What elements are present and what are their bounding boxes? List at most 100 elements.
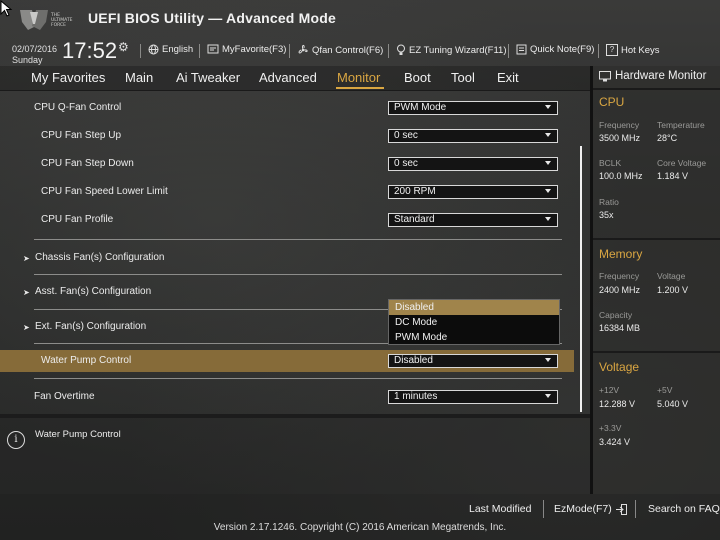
cpu-fan-step-up-select[interactable]: 0 sec (388, 129, 558, 143)
v33-value: 3.424 V (599, 437, 631, 447)
ext-fan-config-link[interactable]: Ext. Fan(s) Configuration (35, 321, 146, 332)
qfan-control-button[interactable]: Qfan Control(F6) (297, 44, 383, 56)
day-text: Sunday (12, 55, 43, 65)
core-voltage-label: Core Voltage (657, 158, 707, 168)
note-icon (516, 44, 527, 55)
water-pump-dropdown-list: Disabled DC Mode PWM Mode (388, 299, 560, 345)
myfavorite-label: MyFavorite(F3) (222, 44, 287, 55)
memory-voltage-value: 1.200 V (657, 285, 689, 295)
water-pump-control-value: Disabled (394, 355, 433, 366)
water-pump-control-select[interactable]: Disabled (388, 354, 558, 368)
header-divider (199, 44, 200, 58)
submenu-arrow-icon: ➤ (23, 323, 30, 332)
cpu-temperature-value: 28°C (657, 133, 678, 143)
header-divider (289, 44, 290, 58)
date-display: 02/07/2016 Sunday (12, 44, 57, 66)
chassis-fan-config-link[interactable]: Chassis Fan(s) Configuration (35, 252, 165, 263)
help-icon: ? (606, 44, 618, 56)
page-title: UEFI BIOS Utility — Advanced Mode (88, 10, 336, 26)
hw-divider (593, 88, 720, 90)
dropdown-option-disabled[interactable]: Disabled (389, 300, 559, 315)
gear-icon[interactable]: ⚙ (118, 40, 129, 54)
footer (0, 494, 720, 540)
tab-exit[interactable]: Exit (497, 70, 519, 85)
ezmode-button[interactable]: EzMode(F7) (554, 503, 627, 515)
hardware-monitor-title: Hardware Monitor (599, 70, 706, 82)
hot-keys-label: Hot Keys (621, 44, 660, 56)
footer-divider (635, 500, 636, 518)
memory-frequency-label: Frequency (599, 271, 640, 281)
hot-keys-button[interactable]: ? Hot Keys (606, 44, 660, 56)
quick-note-label: Quick Note(F9) (530, 44, 595, 55)
language-button[interactable]: English (148, 44, 193, 55)
ratio-value: 35x (599, 210, 614, 220)
date-text: 02/07/2016 (12, 44, 58, 54)
cpu-fan-profile-label: CPU Fan Profile (41, 214, 114, 225)
asst-fan-config-link[interactable]: Asst. Fan(s) Configuration (35, 286, 151, 297)
clock: 17:52 (62, 38, 118, 63)
v12-value: 12.288 V (599, 399, 636, 409)
cpu-fan-step-up-label: CPU Fan Step Up (41, 130, 122, 141)
hw-divider (593, 351, 720, 353)
cpu-temperature-label: Temperature (657, 120, 705, 130)
cpu-fan-step-up-value: 0 sec (394, 130, 418, 141)
memory-capacity-value: 16384 MB (599, 323, 641, 333)
cpu-qfan-control-label: CPU Q-Fan Control (34, 102, 122, 113)
search-faq-button[interactable]: Search on FAQ (648, 503, 720, 515)
tab-monitor[interactable]: Monitor (337, 70, 380, 85)
water-pump-control-label: Water Pump Control (41, 355, 132, 366)
ez-tuning-wizard-button[interactable]: EZ Tuning Wizard(F11) (396, 44, 507, 56)
tab-main[interactable]: Main (125, 70, 153, 85)
cpu-frequency-label: Frequency (599, 120, 640, 130)
chevron-down-icon (545, 133, 551, 137)
chevron-down-icon (545, 217, 551, 221)
v5-label: +5V (657, 385, 673, 395)
tab-advanced[interactable]: Advanced (259, 70, 317, 85)
active-tab-indicator (336, 87, 384, 89)
fan-overtime-select[interactable]: 1 minutes (388, 390, 558, 404)
submenu-arrow-icon: ➤ (23, 254, 30, 263)
chevron-down-icon (545, 394, 551, 398)
cpu-fan-step-down-value: 0 sec (394, 158, 418, 169)
hw-divider (593, 238, 720, 240)
section-divider (34, 274, 562, 275)
bulb-icon (397, 44, 405, 55)
footer-divider (543, 500, 544, 518)
header-divider (140, 44, 141, 58)
cpu-fan-lower-limit-value: 200 RPM (394, 186, 436, 197)
cpu-fan-lower-limit-select[interactable]: 200 RPM (388, 185, 558, 199)
cpu-section-title: CPU (599, 95, 625, 109)
tab-boot[interactable]: Boot (404, 70, 431, 85)
copyright-text: Version 2.17.1246. Copyright (C) 2016 Am… (213, 522, 507, 533)
cpu-frequency-value: 3500 MHz (599, 133, 641, 143)
help-text: Water Pump Control (35, 429, 121, 440)
v33-label: +3.3V (599, 423, 622, 433)
myfavorite-button[interactable]: MyFavorite(F3) (207, 44, 286, 55)
quick-note-button[interactable]: Quick Note(F9) (516, 44, 594, 55)
section-divider (34, 378, 562, 379)
ezmode-label: EzMode(F7) (554, 503, 612, 515)
scrollbar[interactable] (580, 146, 582, 412)
mouse-cursor-icon (0, 0, 13, 17)
memory-frequency-value: 2400 MHz (599, 285, 641, 295)
chevron-down-icon (545, 105, 551, 109)
dropdown-option-dc-mode[interactable]: DC Mode (389, 315, 559, 330)
cpu-fan-step-down-label: CPU Fan Step Down (41, 158, 134, 169)
chevron-down-icon (545, 161, 551, 165)
cpu-fan-profile-select[interactable]: Standard (388, 213, 558, 227)
tab-tool[interactable]: Tool (451, 70, 475, 85)
header-divider (508, 44, 509, 58)
last-modified-button[interactable]: Last Modified (469, 503, 531, 515)
voltage-section-title: Voltage (599, 360, 640, 374)
dropdown-option-pwm-mode[interactable]: PWM Mode (389, 330, 559, 345)
core-voltage-value: 1.184 V (657, 171, 689, 181)
tab-my-favorites[interactable]: My Favorites (31, 70, 105, 85)
cpu-qfan-control-select[interactable]: PWM Mode (388, 101, 558, 115)
v12-label: +12V (599, 385, 620, 395)
language-label: English (162, 44, 194, 55)
v5-value: 5.040 V (657, 399, 689, 409)
cpu-fan-step-down-select[interactable]: 0 sec (388, 157, 558, 171)
section-divider (34, 239, 562, 240)
submenu-arrow-icon: ➤ (23, 288, 30, 297)
tab-ai-tweaker[interactable]: Ai Tweaker (176, 70, 240, 85)
